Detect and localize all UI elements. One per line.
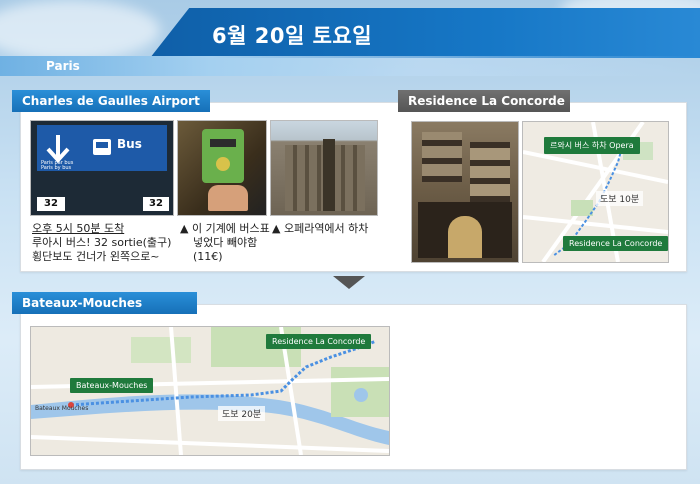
city-bar xyxy=(0,56,700,76)
bus-sign-text: Bus xyxy=(117,137,142,151)
residence-building-photo xyxy=(411,121,519,263)
ticket-machine-photo xyxy=(177,120,267,216)
opera-caption: ▲ 오페라역에서 하차 xyxy=(272,222,369,235)
airport-caption: 오후 5시 50분 도착 루아시 버스! 32 sortie(출구) 횡단보도 … xyxy=(32,222,177,264)
walk-time-note: 도보 10분 xyxy=(596,191,644,206)
ticket-caption-line: 넣었다 빼야함 xyxy=(193,236,258,249)
walk-time-note-bottom: 도보 20분 xyxy=(218,406,266,421)
map-label-residence: Residence La Concorde xyxy=(563,236,669,251)
airport-bus-sign-photo: Bus Paris par bus Paris by bus 32 32 xyxy=(30,120,174,216)
ticket-caption-line: (11€) xyxy=(193,250,223,263)
building-tower xyxy=(323,139,335,211)
ticket-caption: ▲ 이 기계에 버스표 넣었다 빼야함 (11€) xyxy=(180,222,272,264)
cloud-decoration xyxy=(0,0,160,60)
hand-shape xyxy=(208,185,248,211)
bus-exit-text: 루아시 버스! 32 sortie(출구) xyxy=(32,236,172,249)
tab-airport: Charles de Gaulles Airport xyxy=(12,90,210,112)
crosswalk-text: 횡단보도 건너가 왼쪽으로~ xyxy=(32,250,160,263)
page-title: 6월 20일 토요일 xyxy=(212,24,373,48)
exit-number-badge: 32 xyxy=(143,197,169,211)
tab-residence: Residence La Concorde xyxy=(398,90,570,112)
building-windows xyxy=(422,132,462,182)
map-small-label: Bateaux Mouches xyxy=(35,405,89,412)
arrow-down-icon xyxy=(46,135,70,163)
arrival-time-text: 오후 5시 50분 도착 xyxy=(32,222,125,235)
map-label-bateaux: Bateaux-Mouches xyxy=(70,378,154,393)
building-entrance xyxy=(418,202,512,258)
ticket-caption-line: ▲ 이 기계에 버스표 xyxy=(180,222,270,235)
opera-station-photo xyxy=(270,120,378,216)
chevron-down-icon xyxy=(333,276,365,289)
map-label-residence-bottom: Residence La Concorde xyxy=(266,334,372,349)
ticket-validator xyxy=(202,129,244,183)
tab-bateaux: Bateaux-Mouches xyxy=(12,292,197,314)
building-windows xyxy=(470,142,510,202)
bus-sign-subtext: Paris par bus Paris by bus xyxy=(41,160,74,171)
exit-number-badge: 32 xyxy=(37,197,65,211)
bus-sign-panel: Bus Paris par bus Paris by bus xyxy=(37,125,167,171)
city-label: Paris xyxy=(46,59,80,73)
bus-icon xyxy=(93,139,111,155)
map-label-opera: 르와시 버스 하차 Opera xyxy=(544,137,640,154)
